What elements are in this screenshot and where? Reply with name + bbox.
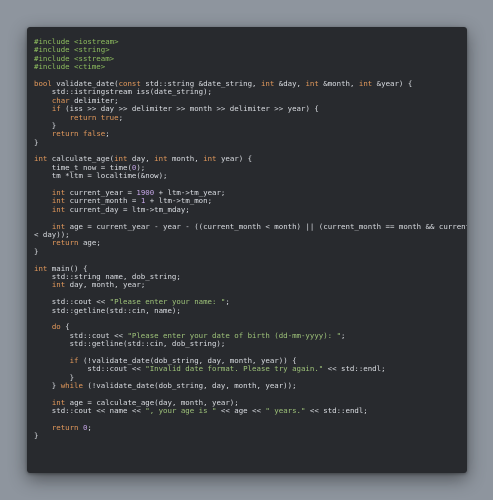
code-token: ;	[105, 129, 110, 139]
code-token: age = current_year - year - ((current_mo…	[65, 221, 467, 231]
code-line: return age;	[34, 239, 461, 247]
screenshot-backdrop: #include <iostream> #include <string> #inc…	[0, 0, 493, 500]
code-token: std::getline(std::cin, dob_string);	[34, 339, 226, 349]
code-token: int	[260, 78, 275, 88]
code-line: int age = current_year - year - ((curren…	[34, 222, 467, 231]
code-token: << age <<	[216, 406, 266, 416]
code-token: #include <ctime>	[34, 62, 106, 72]
code-token: year) {	[216, 154, 253, 164]
code-token: while	[60, 381, 83, 391]
code-line: #include <ctime>	[34, 62, 461, 72]
code-line: std::cout << name << ", your age is " <<…	[34, 406, 461, 416]
code-token: std::cout << name <<	[34, 406, 146, 416]
code-token: int	[154, 154, 168, 164]
code-line: std::getline(std::cin, name);	[34, 305, 461, 315]
code-line: std::cout << "Invalid date format. Pleas…	[34, 365, 461, 373]
code-editor-window: #include <iostream> #include <string> #inc…	[27, 27, 467, 473]
code-token: std::getline(std::cin, name);	[34, 305, 181, 315]
code-token: int	[203, 154, 217, 164]
code-token: ;	[225, 297, 230, 307]
code-token: day, month, year;	[65, 280, 146, 290]
code-token: return	[51, 422, 79, 432]
code-token: ;	[87, 422, 92, 432]
code-token: true	[100, 112, 119, 122]
code-token: ", your age is "	[145, 406, 217, 416]
code-token: int	[358, 78, 373, 88]
code-token: &year) {	[372, 78, 413, 88]
code-token: (!validate_date(dob_string, day, month, …	[82, 381, 297, 391]
code-token: int	[51, 280, 66, 290]
code-line: int current_day = ltm->tm_mday;	[34, 204, 461, 214]
code-token: int	[305, 78, 319, 88]
code-token: return	[51, 238, 79, 248]
code-token: &month,	[318, 78, 359, 88]
code-token: }	[34, 137, 39, 147]
code-token: ;	[341, 330, 346, 340]
code-token: tm *ltm = localtime(&now);	[34, 171, 168, 181]
code-token: int	[51, 204, 66, 214]
code-line: return false;	[34, 130, 461, 138]
code-token: return	[69, 112, 97, 122]
code-token: << std::endl;	[305, 406, 368, 416]
code-block[interactable]: #include <iostream> #include <string> #inc…	[34, 37, 467, 441]
code-token: month,	[167, 154, 204, 164]
code-token: ;	[118, 112, 124, 122]
code-line: int day, month, year;	[34, 281, 461, 289]
code-line: return true;	[34, 112, 461, 122]
code-line: tm *ltm = localtime(&now);	[34, 172, 461, 180]
code-token: }	[34, 246, 39, 256]
code-line: std::getline(std::cin, dob_string);	[34, 339, 461, 349]
code-token: }	[34, 381, 61, 391]
code-token: &day,	[274, 78, 306, 88]
code-line: }	[34, 137, 461, 147]
code-token: }	[34, 431, 39, 441]
code-token: false	[82, 129, 106, 139]
code-line: } while (!validate_date(dob_string, day,…	[34, 381, 461, 391]
code-token: " years."	[265, 406, 306, 416]
code-line: }	[34, 246, 461, 256]
code-token: << std::endl;	[323, 364, 386, 374]
code-line: }	[34, 432, 461, 440]
code-token: age;	[78, 238, 101, 248]
code-token: return	[51, 129, 79, 139]
code-line: return 0;	[34, 422, 461, 432]
code-token: current_day = ltm->tm_mday;	[65, 204, 190, 214]
code-token: "Invalid date format. Please try again."	[145, 364, 324, 374]
